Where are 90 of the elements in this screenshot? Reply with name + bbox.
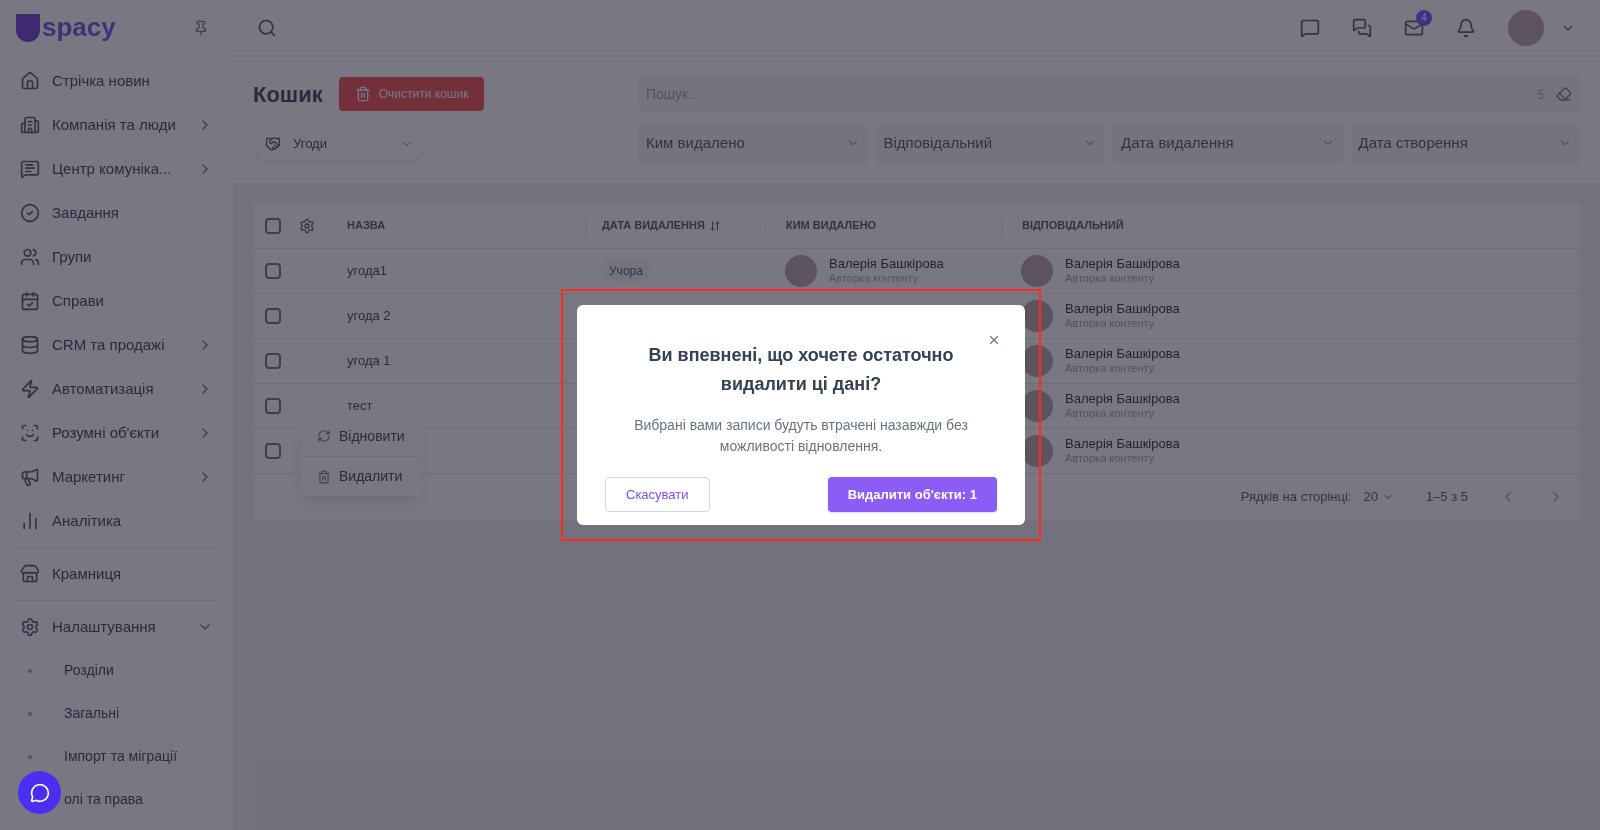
sidebar-item[interactable]: Аналітика: [16, 499, 217, 543]
dialog-message: Вибрані вами записи будуть втрачені назавжди без можливості відновлення.: [633, 416, 969, 456]
building-icon: [20, 115, 40, 135]
sidebar-item[interactable]: Автоматизація: [16, 367, 217, 411]
sidebar-item[interactable]: Крамниця: [16, 552, 217, 596]
logo-mark-icon: [16, 13, 40, 42]
row-name: угода 2: [347, 308, 391, 324]
bullet-icon: [28, 711, 32, 716]
settings-icon[interactable]: [299, 217, 315, 234]
notification-badge: 4: [1416, 9, 1432, 26]
person-name: Валерія Башкірова: [1065, 256, 1180, 273]
close-icon[interactable]: [987, 333, 1001, 347]
scan-icon: [20, 423, 40, 443]
sidebar-item[interactable]: Стрічка новин: [16, 59, 217, 103]
users-icon: [20, 247, 40, 267]
sidebar-item[interactable]: Групи: [16, 235, 217, 279]
logo[interactable]: spacy: [16, 8, 116, 47]
row-checkbox[interactable]: [265, 263, 281, 279]
row-checkbox[interactable]: [265, 308, 281, 324]
megaphone-icon: [20, 467, 40, 487]
home-icon: [20, 71, 40, 91]
store-icon: [20, 564, 40, 584]
logo-text: spacy: [42, 11, 116, 44]
person-name: Валерія Башкірова: [1065, 436, 1180, 453]
trash-icon: [317, 469, 331, 484]
avatar: [1021, 255, 1053, 287]
sidebar-subitem[interactable]: Розділи: [16, 649, 217, 692]
rows-per-page-label: Рядків на сторінці:: [1240, 488, 1352, 507]
page-title: Кошик: [253, 80, 323, 109]
row-name: тест: [347, 398, 373, 414]
chat-icon[interactable]: [1300, 17, 1320, 38]
settings-icon: [20, 617, 40, 637]
column-header[interactable]: ДАТА ВИДАЛЕННЯ: [585, 217, 765, 234]
row-checkbox[interactable]: [265, 398, 281, 414]
sidebar-subitem[interactable]: Загальні: [16, 692, 217, 735]
sidebar-item[interactable]: Розумні об'єкти: [16, 411, 217, 455]
person-name: Валерія Башкірова: [829, 256, 944, 273]
entity-select[interactable]: Угоди: [253, 127, 425, 161]
person-name: Валерія Башкірова: [1065, 301, 1180, 318]
column-header[interactable]: НАЗВА: [335, 217, 585, 234]
check-circle-icon: [20, 203, 40, 223]
column-header[interactable]: КИМ ВИДАЛЕНО: [765, 217, 1001, 234]
pin-icon[interactable]: [193, 19, 209, 36]
trash-icon: [354, 86, 371, 102]
filter-dropdown[interactable]: Ким видалено: [638, 123, 868, 163]
sidebar-item[interactable]: Маркетинг: [16, 455, 217, 499]
bullet-icon: [28, 668, 32, 673]
cancel-button[interactable]: Скасувати: [605, 477, 710, 512]
calendar-icon: [20, 291, 40, 311]
bullet-icon: [28, 754, 32, 759]
date-chip: Учора: [601, 260, 651, 283]
database-icon: [20, 335, 40, 355]
sidebar-item[interactable]: Компанія та люди: [16, 103, 217, 147]
user-avatar[interactable]: [1508, 9, 1544, 46]
bell-icon[interactable]: [1456, 17, 1476, 38]
dialog-title: Ви впевнені, що хочете остаточно видалити ці дані?: [647, 344, 955, 396]
eraser-icon[interactable]: [1556, 86, 1572, 102]
sidebar-item[interactable]: Завдання: [16, 191, 217, 235]
row-name: угода 1: [347, 353, 391, 369]
column-header[interactable]: ВІДПОВІДАЛЬНИЙ: [1001, 217, 1580, 234]
delete-objects-button[interactable]: Видалити об'єкти: 1: [827, 477, 997, 512]
page-range: 1–5 з 5: [1425, 488, 1468, 507]
sidebar-subitem[interactable]: Імпорт та міграції: [16, 735, 217, 778]
context-menu-item[interactable]: Відновити: [301, 416, 421, 456]
filter-dropdown[interactable]: Відповідальний: [875, 123, 1105, 163]
chat-bubble-icon: [29, 782, 50, 803]
chart-icon: [20, 511, 40, 531]
person-name: Валерія Башкірова: [1065, 346, 1180, 363]
row-checkbox[interactable]: [265, 353, 281, 369]
clear-trash-button[interactable]: Очистити кошик: [338, 77, 485, 111]
row-name: угода1: [347, 263, 387, 279]
avatar: [785, 255, 817, 287]
sidebar-item[interactable]: Центр комуніка...: [16, 147, 217, 191]
select-all-checkbox[interactable]: [265, 217, 281, 234]
person-name: Валерія Башкірова: [1065, 391, 1180, 408]
search-icon[interactable]: [257, 17, 277, 38]
chat-edit-icon: [20, 159, 40, 179]
context-menu-item[interactable]: Видалити: [301, 456, 421, 496]
sidebar-item[interactable]: CRM та продажі: [16, 323, 217, 367]
row-checkbox[interactable]: [265, 443, 281, 459]
filter-dropdown[interactable]: Дата видалення: [1113, 123, 1343, 163]
sidebar-item[interactable]: Налаштування: [16, 605, 217, 649]
sidebar-item[interactable]: Справи: [16, 279, 217, 323]
messages-icon[interactable]: [1352, 17, 1372, 38]
refresh-icon: [317, 429, 331, 443]
rows-per-page-select[interactable]: 20: [1363, 487, 1394, 507]
lightning-icon: [20, 379, 40, 399]
handshake-icon: [265, 136, 281, 152]
sort-icon: [708, 219, 721, 232]
filter-dropdown[interactable]: Дата створення: [1350, 123, 1580, 163]
